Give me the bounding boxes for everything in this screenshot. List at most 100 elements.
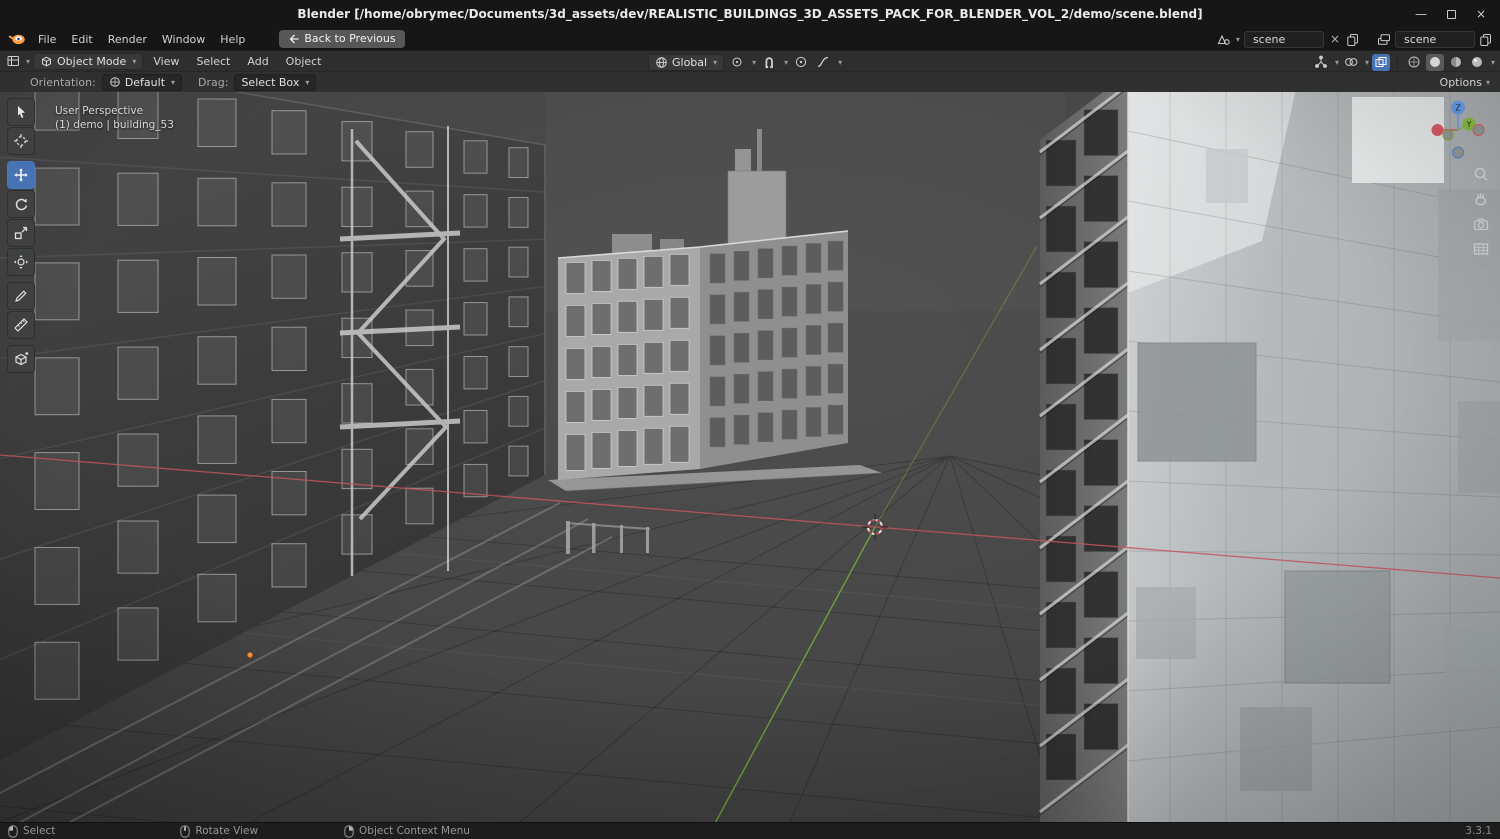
menu-object[interactable]: Object [279,53,329,70]
falloff-curve-icon[interactable] [814,54,832,71]
blender-version: 3.3.1 [1465,825,1492,837]
snap-dropdown-icon[interactable]: ▾ [784,58,788,67]
add-cube-tool-button[interactable] [7,345,35,373]
pivot-point-icon[interactable] [728,54,746,71]
transform-icon [14,255,28,269]
close-icon[interactable]: × [1476,7,1486,21]
scale-icon [14,226,28,240]
gizmo-z-label: Z [1455,104,1461,113]
right-mouse-icon [344,824,354,838]
titlebar: Blender [/home/obrymec/Documents/3d_asse… [0,0,1500,28]
scene-dropdown-icon[interactable]: ▾ [1236,35,1240,44]
back-to-previous-button[interactable]: Back to Previous [279,30,405,48]
vignette [0,71,1500,822]
hint-context-menu: Object Context Menu [344,824,470,838]
orientation-icon [110,77,120,87]
transform-orientation-selector[interactable]: Global ▾ [648,53,725,71]
blender-window: Blender [/home/obrymec/Documents/3d_asse… [0,0,1500,839]
minimize-icon[interactable]: — [1415,7,1427,21]
viewport-info-text: User Perspective (1) demo | building_53 [55,104,174,132]
unlink-scene-icon[interactable]: × [1328,32,1342,46]
window-title: Blender [/home/obrymec/Documents/3d_asse… [297,7,1203,21]
menu-window[interactable]: Window [155,31,212,48]
navigation-gizmo[interactable]: Z Y [1426,98,1490,162]
snap-magnet-icon[interactable] [760,54,778,71]
cursor-arrow-icon [18,106,25,118]
camera-view-icon[interactable] [1472,215,1490,233]
menu-select[interactable]: Select [189,53,237,70]
show-gizmo-icon[interactable] [1312,54,1330,71]
xray-toggle-icon[interactable] [1371,53,1390,71]
view-layer-name-field[interactable]: scene [1395,30,1475,48]
viewport-header: ▾ Object Mode ▾ View Select Add Object G… [0,50,1500,71]
hint-rotate-view: Rotate View [180,824,258,838]
scene-canvas[interactable] [0,71,1500,822]
mode-selector[interactable]: Object Mode ▾ [33,52,144,70]
rotate-icon [15,198,28,211]
proportional-edit-icon[interactable] [792,54,810,71]
shading-wireframe-icon[interactable] [1405,54,1423,71]
hint-select: Select [8,824,55,838]
options-dropdown[interactable]: Options ▾ [1440,76,1490,89]
menu-edit[interactable]: Edit [64,31,99,48]
pan-hand-icon[interactable] [1472,190,1490,208]
annotate-tool-button[interactable] [7,282,35,310]
menu-help[interactable]: Help [213,31,252,48]
zoom-icon[interactable] [1472,165,1490,183]
3d-cursor-icon [14,134,28,148]
gizmo-x-neg[interactable] [1472,124,1485,136]
back-icon [289,34,299,43]
shading-dropdown-icon[interactable]: ▾ [1491,58,1495,67]
editor-type-icon[interactable] [6,54,21,68]
editor-type-dropdown-icon[interactable]: ▾ [26,57,30,66]
new-scene-icon[interactable] [1346,33,1359,46]
measure-tool-button[interactable] [7,311,35,339]
blender-logo-icon[interactable] [8,33,26,46]
viewport-side-tools [1472,165,1490,258]
maximize-icon[interactable] [1446,9,1456,19]
cursor-tool-button[interactable] [7,127,35,155]
shading-rendered-icon[interactable] [1468,54,1486,71]
perspective-label: User Perspective [55,105,144,117]
orientation-selector[interactable]: Default ▾ [101,73,183,91]
new-view-layer-icon[interactable] [1479,33,1492,46]
tool-shelf [7,98,35,373]
tweak-select-tool-button[interactable] [7,98,35,126]
rotate-tool-button[interactable] [7,190,35,218]
move-icon [14,168,28,182]
shading-solid-icon[interactable] [1425,53,1444,71]
middle-mouse-icon [180,824,191,838]
pivot-dropdown-icon[interactable]: ▾ [752,58,756,67]
pencil-icon [15,290,27,302]
move-tool-button[interactable] [7,161,35,189]
show-overlays-icon[interactable] [1342,54,1360,71]
scene-browse-icon[interactable] [1216,32,1230,46]
drag-label: Drag: [198,75,229,89]
menu-view[interactable]: View [146,53,186,70]
gizmo-y-neg[interactable] [1442,129,1454,141]
gizmo-x-axis[interactable] [1431,124,1444,136]
statusbar: Select Rotate View Object Context Menu 3… [0,822,1500,839]
transform-tool-button[interactable] [7,248,35,276]
3d-viewport[interactable]: Orientation: Default ▾ Drag: Select Box … [0,71,1500,822]
shading-material-icon[interactable] [1447,54,1465,71]
left-mouse-icon [8,824,18,838]
gizmo-dropdown-icon[interactable]: ▾ [1335,58,1339,67]
falloff-dropdown-icon[interactable]: ▾ [838,58,842,67]
drag-selector[interactable]: Select Box ▾ [234,73,317,91]
menu-file[interactable]: File [31,31,63,48]
tool-settings-bar: Orientation: Default ▾ Drag: Select Box … [0,71,1500,92]
perspective-toggle-icon[interactable] [1472,240,1490,258]
ruler-icon [14,318,28,332]
gizmo-z-neg[interactable] [1452,146,1464,159]
orientation-label: Orientation: [30,75,96,89]
overlays-dropdown-icon[interactable]: ▾ [1365,58,1369,67]
active-object-label: (1) demo | building_53 [55,119,174,131]
add-cube-icon [15,352,29,366]
menubar: File Edit Render Window Help Back to Pre… [0,28,1500,50]
menu-add[interactable]: Add [240,53,275,70]
scale-tool-button[interactable] [7,219,35,247]
menu-render[interactable]: Render [101,31,154,48]
scene-name-field[interactable]: scene [1243,30,1324,48]
view-layer-icon[interactable] [1377,33,1391,46]
